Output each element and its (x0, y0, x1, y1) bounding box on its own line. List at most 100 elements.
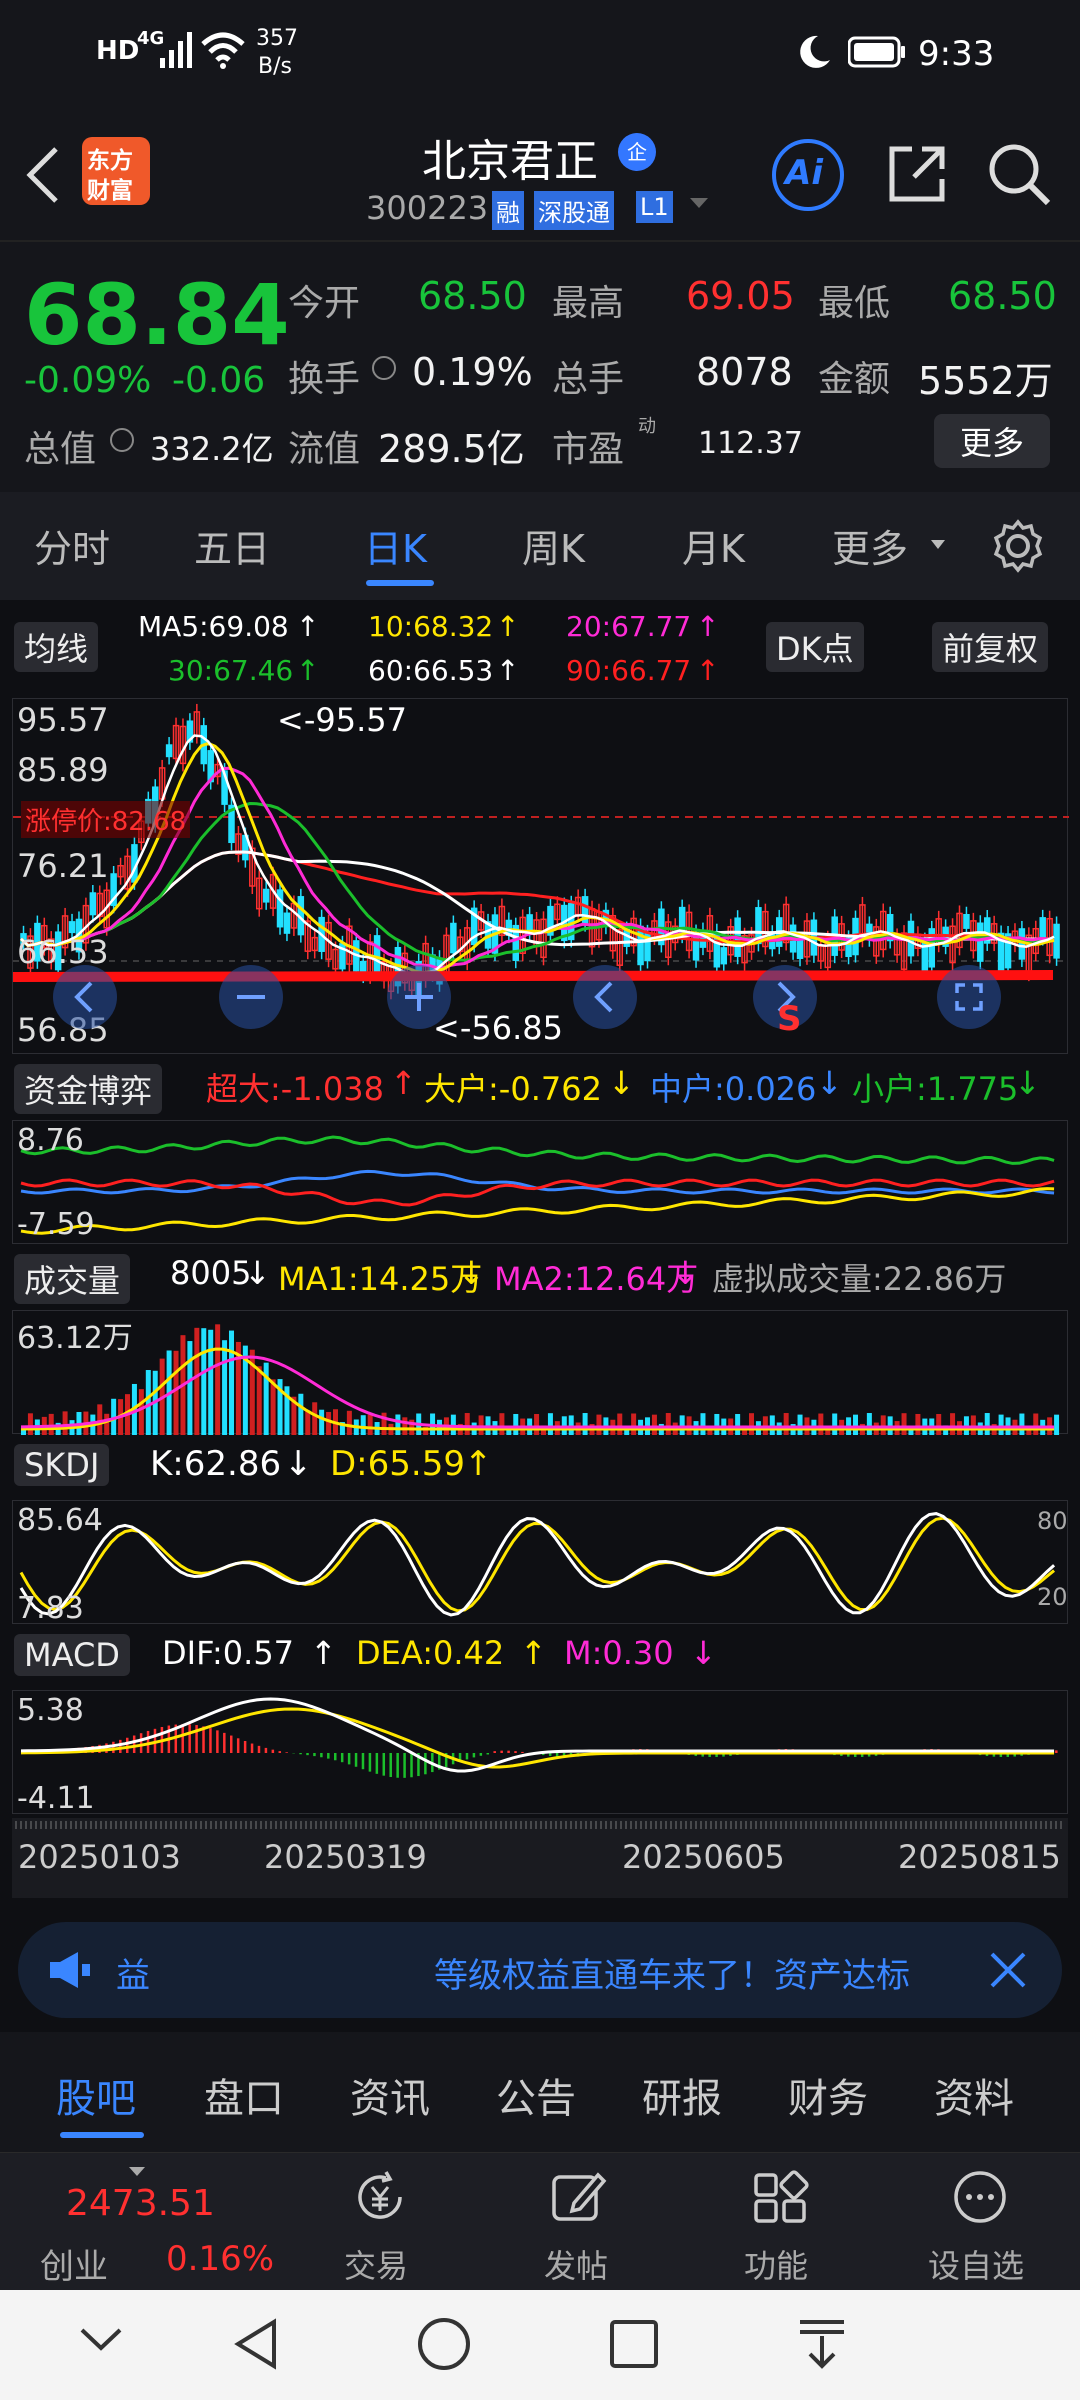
tab-daily-k[interactable]: 日K (364, 518, 427, 573)
float-label: 流值 (288, 429, 361, 470)
tab-orderbook[interactable]: 盘口 (204, 2066, 284, 2124)
volume-bar (936, 1414, 942, 1435)
search-icon[interactable] (986, 141, 1052, 211)
back-icon[interactable] (22, 145, 62, 209)
tab-research[interactable]: 研报 (642, 2066, 722, 2124)
kline-panel[interactable]: 95.57 85.89 涨停价:82.68 76.21 66.53 56.85 … (12, 698, 1069, 1054)
skdj-panel[interactable]: 85.64 7.83 80 20 (12, 1500, 1068, 1626)
pe-dynamic-sup: 动 (638, 416, 656, 437)
high-label: 最高 (552, 283, 625, 324)
fullscreen-button[interactable] (937, 965, 1001, 1029)
info-icon[interactable] (110, 428, 134, 452)
volume-bar (735, 1414, 741, 1435)
function-button[interactable]: 功能 (730, 2167, 830, 2287)
trade-label: 交易 (344, 2247, 409, 2285)
macd-bar (264, 1747, 268, 1753)
macd-bar (236, 1738, 240, 1753)
gear-icon[interactable] (990, 518, 1046, 578)
connect-tag: 深股通 (534, 191, 614, 230)
close-icon[interactable] (984, 1946, 1032, 1998)
volume-bar (138, 1389, 144, 1435)
clock: 9:33 (918, 34, 995, 74)
nav-home-icon[interactable] (414, 2314, 474, 2378)
zoom-out-button[interactable] (219, 965, 283, 1029)
macd-bar (216, 1730, 219, 1753)
eastmoney-logo[interactable]: 东方 财富 (82, 137, 150, 205)
volume-bar (319, 1409, 325, 1435)
down-arrow-icon: ↓ (244, 1254, 271, 1292)
status-bar: HD 4G 357 B/s 9:33 (0, 0, 1080, 105)
macd-y-bottom: -4.11 (17, 1781, 95, 1816)
chevron-down-icon[interactable] (128, 2163, 146, 2182)
net-speed: 357 (256, 26, 298, 51)
volume-panel[interactable]: 63.12万 (12, 1310, 1068, 1435)
volume-bar (617, 1413, 623, 1435)
volume-bar (229, 1330, 234, 1435)
macd-panel[interactable]: 5.38 -4.11 (12, 1690, 1068, 1816)
tab-monthly-k[interactable]: 月K (682, 518, 745, 573)
tab-more[interactable]: 更多 (832, 518, 908, 573)
nav-back-icon[interactable] (226, 2314, 286, 2378)
adjust-mode-button[interactable]: 前复权 (932, 622, 1049, 672)
volume-bar (534, 1414, 540, 1435)
margin-tag: 融 (492, 191, 524, 230)
ma-selector[interactable]: 均线 (14, 622, 99, 672)
volume-bar (208, 1329, 214, 1435)
add-watchlist-button[interactable]: 设自选 (920, 2167, 1040, 2287)
macd-bar (119, 1739, 122, 1753)
tab-weekly-k[interactable]: 周K (522, 518, 585, 573)
date-label: 20250319 (264, 1838, 427, 1876)
tab-profile[interactable]: 资料 (934, 2066, 1014, 2124)
network-hd-label: HD (96, 36, 140, 66)
volume-indicator-selector[interactable]: 成交量 (14, 1254, 131, 1304)
promo-banner[interactable]: 益 等级权益直通车来了！资产达标 (18, 1922, 1062, 2018)
ma90-value: 90:66.77 (566, 654, 692, 687)
ai-button[interactable]: Ai (772, 139, 844, 211)
macd-indicator-selector[interactable]: MACD (14, 1634, 130, 1676)
tab-five-day[interactable]: 五日 (194, 518, 270, 573)
tab-announcements[interactable]: 公告 (496, 2066, 576, 2124)
info-icon[interactable] (372, 356, 396, 380)
share-icon[interactable] (884, 141, 950, 211)
zoom-in-button[interactable] (387, 965, 451, 1029)
nav-recent-icon[interactable] (604, 2314, 664, 2378)
stock-header: 东方 财富 北京君正 企 300223 融 深股通 L1 Ai (0, 105, 1080, 240)
download-icon[interactable] (792, 2314, 852, 2378)
dropdown-icon[interactable] (688, 195, 710, 215)
macd-bar (139, 1733, 143, 1753)
skdj-ref-80: 80 (1037, 1507, 1068, 1535)
post-button[interactable]: 发帖 (530, 2167, 630, 2287)
index-name: 创业 (40, 2247, 108, 2287)
macd-bar (243, 1740, 247, 1753)
tab-forum[interactable]: 股吧 (56, 2066, 136, 2124)
up-arrow-icon: ↑ (296, 654, 320, 687)
volume-bar (665, 1413, 671, 1435)
trade-button[interactable]: 交易 (330, 2167, 430, 2287)
change-percent: -0.09% (24, 360, 152, 401)
volume-bar (880, 1415, 886, 1435)
tab-finance[interactable]: 财务 (788, 2066, 868, 2124)
min-price-tag: <-56.85 (433, 1009, 563, 1047)
volume-ma1: MA1:14.25万 (278, 1260, 483, 1298)
quote-panel: 68.84 -0.09% -0.06 总值 332.2亿 今开 68.50 最高… (0, 240, 1080, 492)
tab-news[interactable]: 资讯 (350, 2066, 430, 2124)
volume-bar (201, 1328, 207, 1435)
tab-intraday[interactable]: 分时 (34, 518, 110, 573)
volume-bar (256, 1366, 262, 1435)
macd-bar (285, 1752, 288, 1753)
volume-bar (714, 1413, 720, 1435)
skdj-indicator-selector[interactable]: SKDJ (14, 1444, 110, 1486)
grid-icon (750, 2167, 810, 2231)
more-button[interactable]: 更多 (934, 414, 1051, 468)
fund-panel[interactable]: 8.76 -7.59 (12, 1120, 1068, 1244)
stock-code: 300223 (366, 189, 489, 227)
macd-bar (306, 1753, 309, 1756)
scroll-left-button[interactable] (53, 965, 117, 1029)
collapse-icon[interactable] (76, 2320, 126, 2364)
dk-point-button[interactable]: DK点 (766, 622, 864, 672)
fund-indicator-selector[interactable]: 资金博弈 (14, 1064, 163, 1114)
volume-bar (513, 1413, 519, 1435)
max-price-tag: <-95.57 (277, 701, 407, 739)
prev-button[interactable] (573, 965, 637, 1029)
large-value: 大户:-0.762 (424, 1070, 602, 1108)
